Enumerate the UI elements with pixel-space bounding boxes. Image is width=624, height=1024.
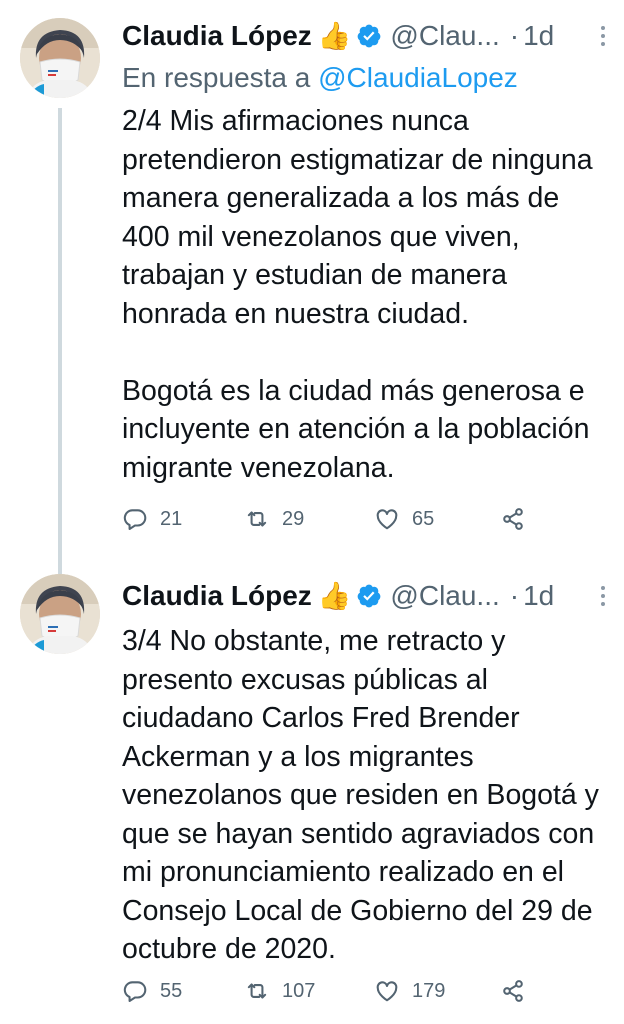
tweet-header: Claudia López 👍 @Clau... · 1d [122,14,610,58]
time-separator: · [509,580,520,611]
retweet-button[interactable]: 107 [244,978,374,1004]
author-name[interactable]: Claudia López [122,20,312,52]
time-separator: · [509,20,520,51]
tweet[interactable]: Claudia López 👍 @Clau... · 1d En respues… [0,0,624,570]
avatar-image [20,574,100,654]
retweet-button[interactable]: 29 [244,506,374,532]
reply-button[interactable]: 55 [122,978,244,1004]
thread-connector-line [58,108,62,570]
avatar[interactable] [20,18,100,98]
author-handle[interactable]: @Clau... [390,20,499,52]
tweet-actions: 21 29 65 [122,506,542,532]
more-vertical-icon[interactable] [596,583,610,609]
more-vertical-icon[interactable] [596,23,610,49]
thumbs-up-icon: 👍 [317,20,352,51]
heart-icon [376,981,398,1002]
retweet-count: 107 [282,979,316,1002]
retweet-count: 29 [282,507,305,530]
author-name[interactable]: Claudia López [122,580,312,612]
thumbs-up-icon: 👍 [317,580,352,611]
reply-context: En respuesta a @ClaudiaLopez [122,58,610,98]
tweet-thread: Claudia López 👍 @Clau... · 1d En respues… [0,0,624,1024]
retweet-icon [247,511,267,527]
tweet[interactable]: Claudia López 👍 @Clau... · 1d 3/4 No obs… [0,560,624,1024]
reply-mention-link[interactable]: @ClaudiaLopez [318,62,518,93]
tweet-content: Claudia López 👍 @Clau... · 1d 3/4 No obs… [122,574,610,969]
tweet-text: 2/4 Mis afirmaciones nunca pretendieron … [122,102,610,487]
tweet-timestamp[interactable]: 1d [523,20,554,52]
reply-button[interactable]: 21 [122,506,244,532]
tweet-header: Claudia López 👍 @Clau... · 1d [122,574,610,618]
tweet-paragraph: 2/4 Mis afirmaciones nunca pretendieron … [122,105,593,330]
verified-badge-icon [358,24,381,48]
avatar-image [20,18,100,98]
tweet-paragraph: Bogotá es la ciudad más generosa e inclu… [122,374,590,484]
tweet-actions: 55 107 179 [122,978,542,1004]
author-handle[interactable]: @Clau... [390,580,499,612]
share-button[interactable] [500,978,526,1004]
tweet-paragraph: 3/4 No obstante, me retracto y presento … [122,625,599,965]
like-button[interactable]: 65 [374,506,500,532]
like-count: 179 [412,979,446,1002]
heart-icon [376,509,398,530]
share-button[interactable] [500,506,526,532]
reply-count: 55 [160,979,183,1002]
tweet-timestamp[interactable]: 1d [523,580,554,612]
reply-prefix: En respuesta a [122,62,311,93]
like-button[interactable]: 179 [374,978,500,1004]
tweet-text: 3/4 No obstante, me retracto y presento … [122,622,610,969]
like-count: 65 [412,507,435,530]
thread-connector-line [58,560,62,574]
reply-count: 21 [160,507,183,530]
avatar[interactable] [20,574,100,654]
verified-badge-icon [358,584,381,608]
share-icon [503,980,523,1002]
tweet-content: Claudia López 👍 @Clau... · 1d En respues… [122,14,610,487]
reply-icon [123,981,147,1002]
retweet-icon [247,983,267,999]
share-icon [503,508,523,530]
reply-icon [123,509,147,530]
